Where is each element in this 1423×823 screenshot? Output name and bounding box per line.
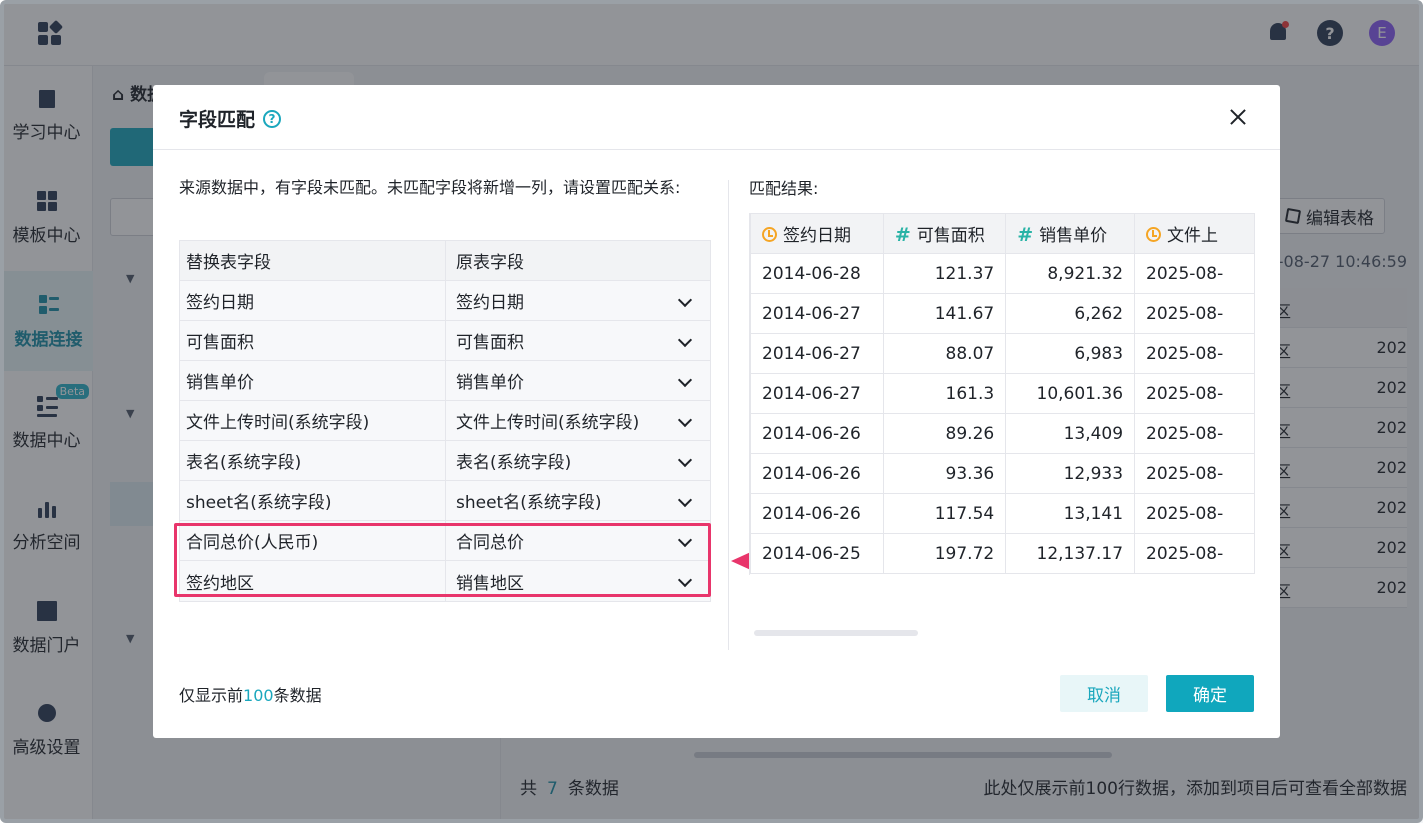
table-cell: 2025-08- [1134, 533, 1255, 574]
table-cell: 93.36 [882, 453, 1007, 494]
table-cell: 8,921.32 [1005, 253, 1136, 294]
table-row: 2014-06-26 117.54 13,141 2025-08- [750, 493, 1255, 534]
table-row: 2014-06-28 121.37 8,921.32 2025-08- [750, 253, 1255, 294]
cancel-button[interactable]: 取消 [1060, 675, 1148, 712]
chevron-down-icon[interactable] [677, 492, 693, 508]
table-cell: 2014-06-27 [750, 293, 884, 334]
help-icon[interactable]: ? [263, 109, 282, 128]
replace-field-cell: sheet名(系统字段) [186, 493, 332, 513]
table-cell: 197.72 [882, 533, 1007, 574]
table-cell: 141.67 [882, 293, 1007, 334]
original-field-select[interactable]: sheet名(系统字段) [444, 481, 710, 520]
result-label: 匹配结果: [749, 179, 819, 198]
table-cell: 2014-06-28 [750, 253, 884, 294]
highlight-annotation [174, 523, 711, 597]
table-row: 文件上传时间(系统字段) 文件上传时间(系统字段) [180, 401, 710, 441]
hash-icon: # [894, 224, 911, 246]
original-field-select[interactable]: 签约日期 [444, 281, 710, 320]
dialog-title: 字段匹配 ? [179, 105, 282, 132]
column-header: 替换表字段 [186, 253, 271, 273]
table-cell: 2025-08- [1134, 413, 1255, 454]
table-cell: 2014-06-27 [750, 373, 884, 414]
column-header: 文件上 [1134, 213, 1255, 254]
table-row: 可售面积 可售面积 [180, 321, 710, 361]
table-row: 2014-06-25 197.72 12,137.17 2025-08- [750, 533, 1255, 574]
field-match-dialog: 字段匹配 ? 来源数据中，有字段未匹配。未匹配字段将新增一列，请设置匹配关系: … [153, 85, 1280, 738]
footer-note: 仅显示前100条数据 [179, 686, 322, 705]
table-cell: 161.3 [882, 373, 1007, 414]
table-cell: 2025-08- [1134, 253, 1255, 294]
chevron-down-icon[interactable] [677, 412, 693, 428]
replace-field-cell: 签约日期 [186, 293, 254, 313]
table-row: 2014-06-26 89.26 13,409 2025-08- [750, 413, 1255, 454]
table-header-row: 签约日期 # 可售面积 # 销售单价 文件上 [750, 213, 1255, 254]
table-cell: 2025-08- [1134, 453, 1255, 494]
table-cell: 2014-06-27 [750, 333, 884, 374]
table-cell: 2025-08- [1134, 333, 1255, 374]
table-row: 2014-06-26 93.36 12,933 2025-08- [750, 453, 1255, 494]
horizontal-scrollbar[interactable] [754, 630, 918, 636]
column-header: 签约日期 [750, 213, 884, 254]
clock-icon [762, 227, 777, 242]
table-cell: 2014-06-26 [750, 413, 884, 454]
table-cell: 6,262 [1005, 293, 1136, 334]
column-header: # 销售单价 [1005, 213, 1136, 254]
replace-field-cell: 表名(系统字段) [186, 453, 302, 473]
table-cell: 88.07 [882, 333, 1007, 374]
table-cell: 2025-08- [1134, 373, 1255, 414]
table-cell: 13,409 [1005, 413, 1136, 454]
table-cell: 12,137.17 [1005, 533, 1136, 574]
original-field-select[interactable]: 可售面积 [444, 321, 710, 360]
table-row: 2014-06-27 88.07 6,983 2025-08- [750, 333, 1255, 374]
confirm-button[interactable]: 确定 [1166, 675, 1254, 712]
chevron-down-icon[interactable] [677, 332, 693, 348]
chevron-down-icon[interactable] [677, 372, 693, 388]
select-value: 表名(系统字段) [455, 453, 572, 473]
select-value: 文件上传时间(系统字段) [455, 413, 640, 433]
clock-icon [1146, 227, 1162, 242]
table-cell: 10,601.36 [1005, 373, 1136, 414]
select-value: 签约日期 [455, 293, 524, 313]
dialog-header: 字段匹配 ? [153, 85, 1280, 150]
hash-icon: # [1017, 224, 1034, 246]
select-value: 可售面积 [455, 333, 524, 353]
result-table-container[interactable]: 签约日期 # 可售面积 # 销售单价 文件上 2014-06-28 121.37 8,9… [749, 213, 1255, 575]
table-cell: 2014-06-26 [750, 453, 884, 494]
table-cell: 2014-06-25 [750, 533, 884, 574]
table-cell: 2025-08- [1134, 493, 1255, 534]
replace-field-cell: 文件上传时间(系统字段) [186, 413, 370, 433]
table-row: 2014-06-27 141.67 6,262 2025-08- [750, 293, 1255, 334]
replace-field-cell: 销售单价 [186, 373, 254, 393]
table-cell: 13,141 [1005, 493, 1136, 534]
original-field-select[interactable]: 文件上传时间(系统字段) [444, 401, 710, 440]
select-value: 销售单价 [455, 373, 524, 393]
divider [728, 180, 729, 650]
select-value: sheet名(系统字段) [455, 493, 602, 513]
original-field-select[interactable]: 销售单价 [444, 361, 710, 400]
chevron-down-icon[interactable] [677, 292, 693, 308]
table-cell: 2025-08- [1134, 293, 1255, 334]
column-header: # 可售面积 [882, 213, 1007, 254]
chevron-down-icon[interactable] [677, 452, 693, 468]
close-icon[interactable] [1226, 105, 1250, 129]
table-row: 2014-06-27 161.3 10,601.36 2025-08- [750, 373, 1255, 414]
table-cell: 6,983 [1005, 333, 1136, 374]
replace-field-cell: 可售面积 [186, 333, 254, 353]
table-cell: 12,933 [1005, 453, 1136, 494]
table-cell: 117.54 [882, 493, 1007, 534]
table-header-row: 替换表字段 原表字段 [180, 241, 710, 281]
table-row: 签约日期 签约日期 [180, 281, 710, 321]
result-table: 签约日期 # 可售面积 # 销售单价 文件上 2014-06-28 121.37 8,9… [750, 213, 1255, 574]
mapping-description: 来源数据中，有字段未匹配。未匹配字段将新增一列，请设置匹配关系: [179, 178, 681, 197]
table-row: 销售单价 销售单价 [180, 361, 710, 401]
original-field-select[interactable]: 表名(系统字段) [444, 441, 710, 480]
table-cell: 121.37 [882, 253, 1007, 294]
table-cell: 2014-06-26 [750, 493, 884, 534]
column-header: 原表字段 [444, 241, 710, 280]
table-cell: 89.26 [882, 413, 1007, 454]
table-row: sheet名(系统字段) sheet名(系统字段) [180, 481, 710, 521]
table-row: 表名(系统字段) 表名(系统字段) [180, 441, 710, 481]
